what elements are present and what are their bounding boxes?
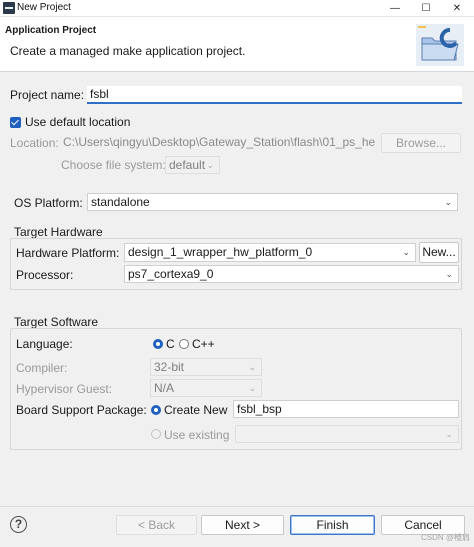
location-label: Location: — [10, 136, 59, 150]
wizard-header: Application Project Create a managed mak… — [0, 17, 474, 72]
project-name-label: Project name: — [10, 88, 85, 102]
language-c-radio[interactable] — [153, 339, 163, 349]
use-default-location-checkbox[interactable] — [10, 117, 21, 128]
file-system-select[interactable]: default ⌄ — [165, 156, 220, 174]
bsp-create-new-label: Create New — [164, 403, 228, 417]
processor-label: Processor: — [16, 268, 74, 282]
target-hardware-title: Target Hardware — [14, 225, 103, 239]
window-titlebar: New Project — ☐ ✕ — [0, 0, 474, 17]
processor-select[interactable]: ps7_cortexa9_0 ⌄ — [124, 265, 459, 283]
os-platform-value: standalone — [91, 195, 150, 209]
finish-button[interactable]: Finish — [290, 515, 375, 535]
processor-value: ps7_cortexa9_0 — [128, 267, 214, 281]
browse-button[interactable]: Browse... — [381, 133, 461, 153]
new-hardware-platform-button[interactable]: New... — [419, 242, 459, 263]
chevron-down-icon: ⌄ — [248, 362, 256, 372]
chevron-down-icon: ⌄ — [248, 383, 256, 393]
chevron-down-icon: ⌄ — [445, 429, 453, 439]
page-description: Create a managed make application projec… — [10, 44, 246, 58]
use-default-location-label: Use default location — [25, 115, 131, 129]
next-button[interactable]: Next > — [201, 515, 284, 535]
back-button[interactable]: < Back — [116, 515, 197, 535]
bsp-create-new-radio[interactable] — [151, 405, 161, 415]
new-c-project-folder-icon — [416, 24, 464, 66]
compiler-select[interactable]: 32-bit ⌄ — [150, 358, 262, 376]
language-cpp-radio[interactable] — [179, 339, 189, 349]
board-support-package-label: Board Support Package: — [16, 403, 147, 417]
chevron-down-icon: ⌄ — [206, 160, 214, 170]
target-software-title: Target Software — [14, 315, 99, 329]
os-platform-select[interactable]: standalone ⌄ — [87, 193, 458, 211]
hypervisor-guest-label: Hypervisor Guest: — [16, 382, 113, 396]
hypervisor-guest-select[interactable]: N/A ⌄ — [150, 379, 262, 397]
chevron-down-icon: ⌄ — [445, 269, 453, 279]
language-cpp-label: C++ — [192, 337, 215, 351]
language-c-label: C — [166, 337, 175, 351]
window-title: New Project — [17, 2, 71, 13]
os-platform-label: OS Platform: — [14, 196, 83, 210]
chevron-down-icon: ⌄ — [402, 247, 410, 257]
hardware-platform-select[interactable]: design_1_wrapper_hw_platform_0 ⌄ — [124, 243, 416, 262]
bsp-name-input[interactable]: fsbl_bsp — [233, 400, 459, 418]
hardware-platform-value: design_1_wrapper_hw_platform_0 — [128, 245, 313, 259]
help-icon[interactable]: ? — [10, 516, 27, 533]
hypervisor-guest-value: N/A — [154, 381, 175, 395]
file-system-label: Choose file system: — [61, 158, 166, 172]
bsp-use-existing-radio[interactable] — [151, 429, 161, 439]
location-input[interactable]: C:\Users\qingyu\Desktop\Gateway_Station\… — [60, 134, 378, 152]
minimize-button[interactable]: — — [380, 1, 410, 16]
chevron-down-icon: ⌄ — [444, 197, 452, 207]
compiler-value: 32-bit — [154, 360, 185, 374]
watermark-text: CSDN @楂肩 — [421, 533, 471, 542]
close-button[interactable]: ✕ — [442, 1, 472, 16]
hardware-platform-label: Hardware Platform: — [16, 246, 120, 260]
existing-bsp-select[interactable]: ⌄ — [235, 425, 459, 443]
compiler-label: Compiler: — [16, 361, 68, 375]
maximize-button[interactable]: ☐ — [411, 1, 441, 16]
project-name-input[interactable]: fsbl — [87, 86, 462, 104]
sdk-app-icon — [3, 2, 15, 14]
bsp-use-existing-label: Use existing — [164, 428, 230, 442]
file-system-value: default — [169, 158, 206, 172]
language-label: Language: — [16, 337, 73, 351]
page-title: Application Project — [5, 25, 97, 36]
footer-divider — [0, 506, 474, 507]
